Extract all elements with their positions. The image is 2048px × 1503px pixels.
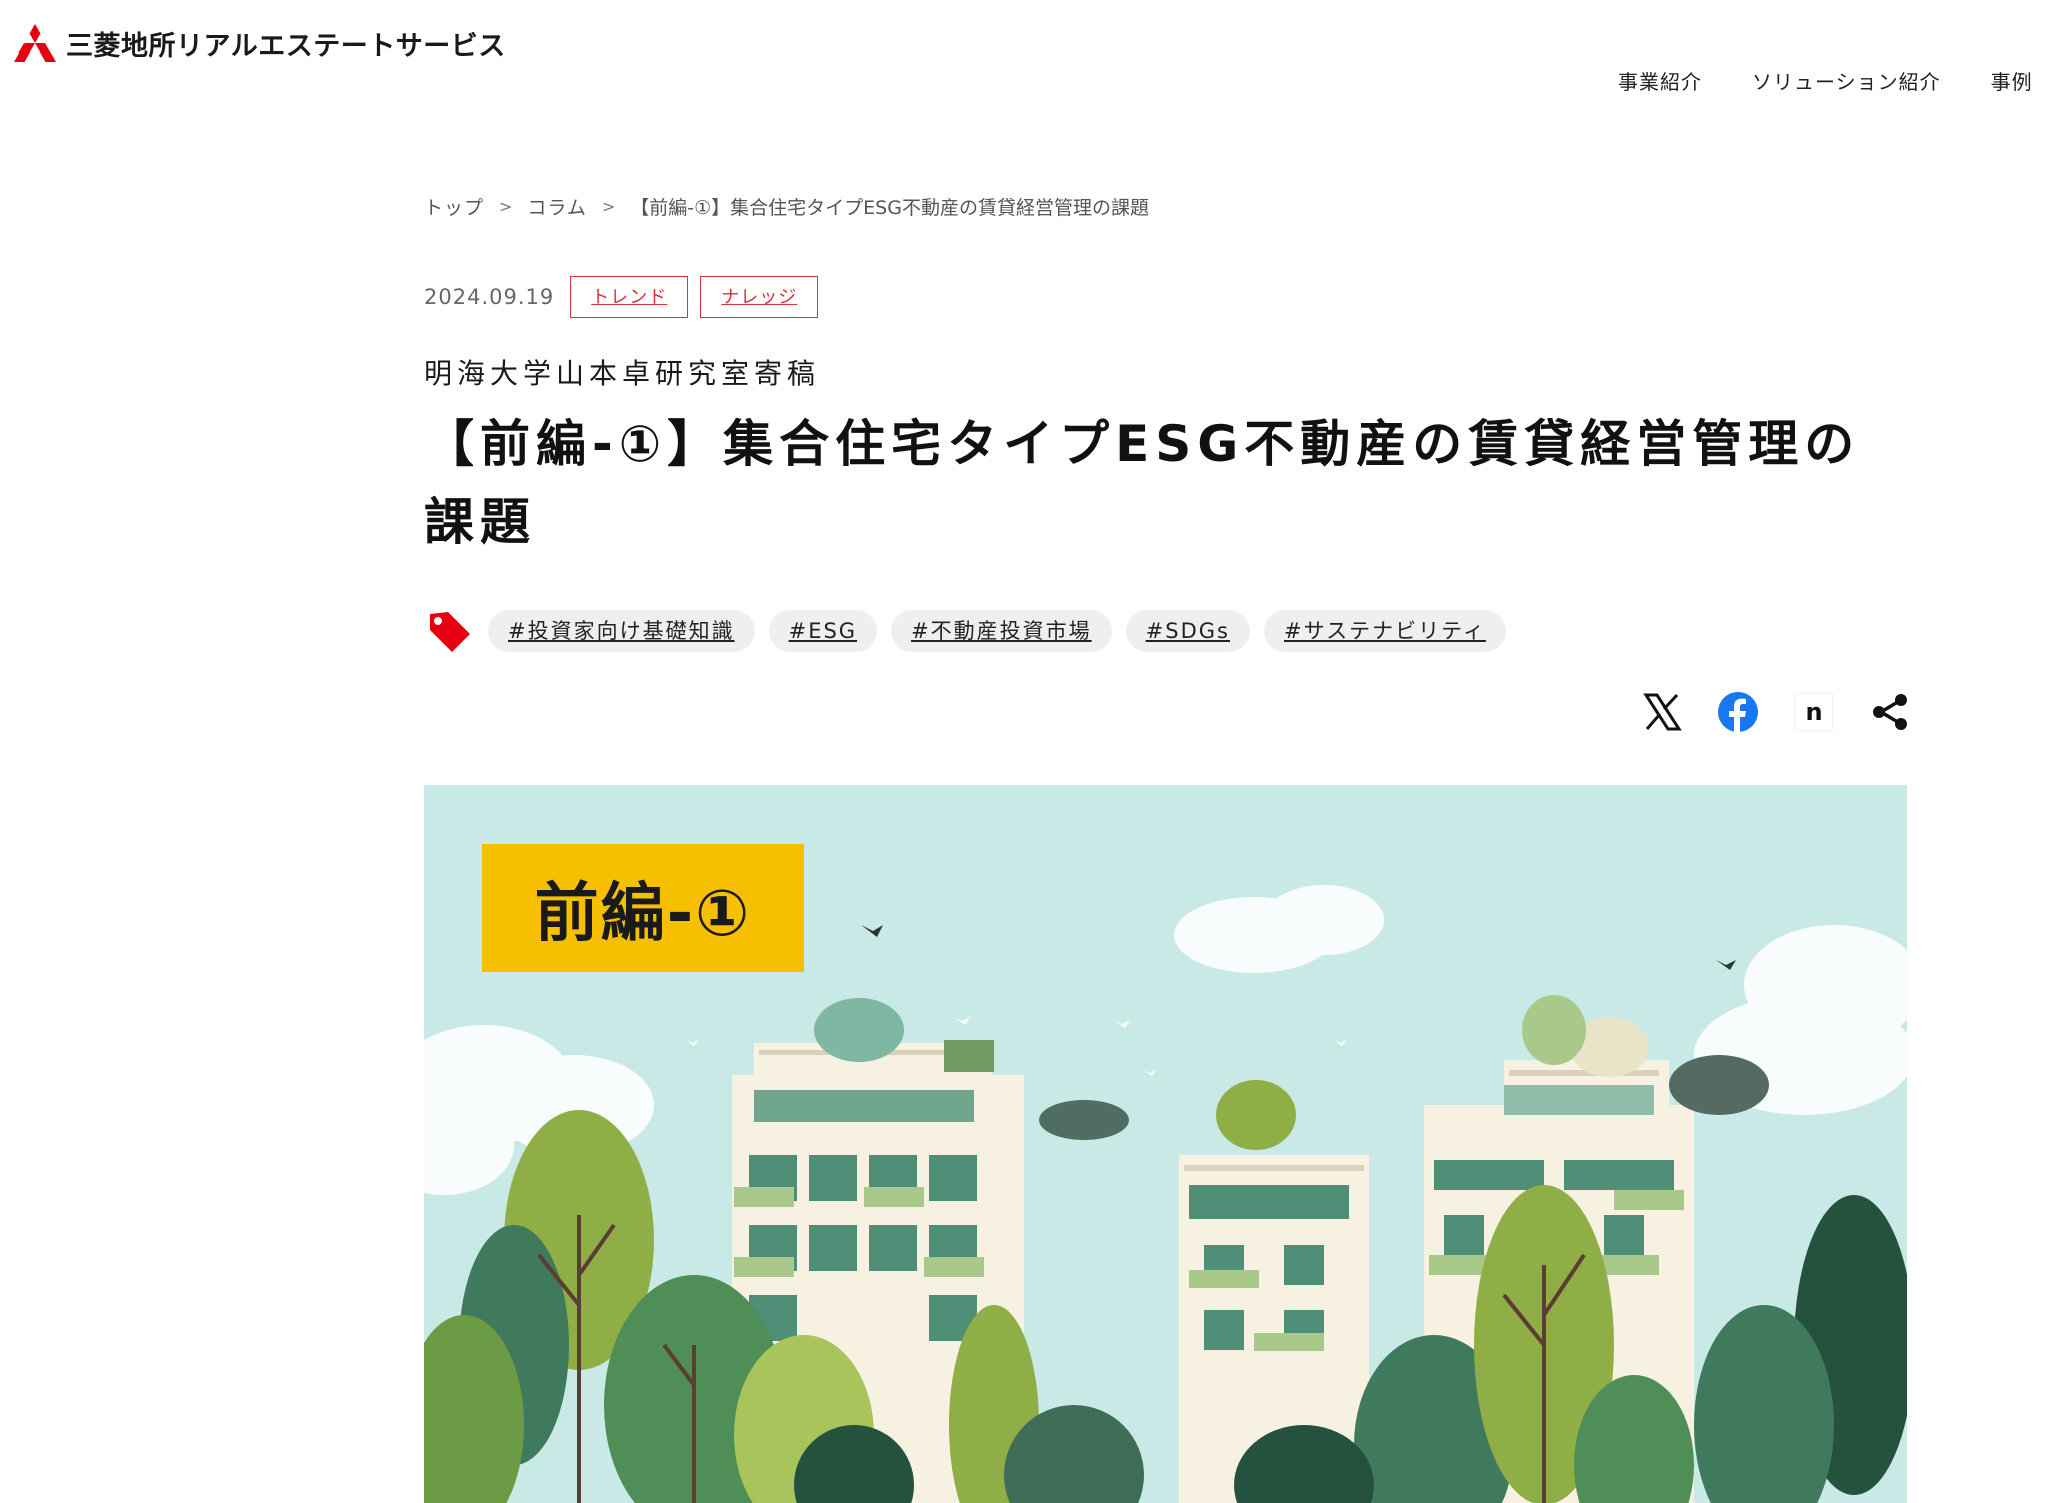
tag-investor-basics[interactable]: #投資家向け基礎知識 bbox=[488, 610, 755, 652]
note-glyph: n bbox=[1805, 698, 1822, 726]
nav-business[interactable]: 事業紹介 bbox=[1618, 66, 1702, 95]
category-knowledge[interactable]: ナレッジ bbox=[700, 276, 819, 318]
note-icon: n bbox=[1794, 692, 1834, 732]
article-subtitle: 明海大学山本卓研究室寄稿 bbox=[424, 357, 821, 390]
hero-image: 前編-① bbox=[424, 785, 1907, 1503]
tag-list: #投資家向け基礎知識 #ESG #不動産投資市場 #SDGs #サステナビリティ bbox=[424, 606, 1520, 656]
global-nav: 事業紹介 ソリューション紹介 事例 bbox=[1618, 66, 2033, 95]
category-trend[interactable]: トレンド bbox=[570, 276, 689, 318]
breadcrumb-separator: > bbox=[499, 197, 513, 216]
tag-real-estate-market[interactable]: #不動産投資市場 bbox=[891, 610, 1112, 652]
site-logo[interactable]: 三菱地所リアルエステートサービス bbox=[14, 24, 506, 62]
share-generic-button[interactable] bbox=[1868, 690, 1912, 734]
logo-text: 三菱地所リアルエステートサービス bbox=[66, 30, 506, 62]
breadcrumb: トップ > コラム > 【前編-①】集合住宅タイプESG不動産の賃貸経営管理の課… bbox=[424, 193, 1149, 220]
hero-badge: 前編-① bbox=[482, 844, 804, 972]
page-title: 【前編-①】集合住宅タイプESG不動産の賃貸経営管理の課題 bbox=[424, 415, 1861, 551]
share-facebook-button[interactable] bbox=[1716, 690, 1760, 734]
share-bar: n bbox=[1640, 690, 1912, 734]
tag-sustainability[interactable]: #サステナビリティ bbox=[1264, 610, 1506, 652]
facebook-icon bbox=[1718, 692, 1758, 732]
breadcrumb-separator: > bbox=[601, 197, 616, 216]
breadcrumb-current: 【前編-①】集合住宅タイプESG不動産の賃貸経営管理の課題 bbox=[630, 197, 1149, 219]
price-tag-icon bbox=[430, 612, 470, 652]
publish-date: 2024.09.19 bbox=[424, 285, 555, 309]
breadcrumb-column[interactable]: コラム bbox=[527, 193, 586, 220]
tag-esg[interactable]: #ESG bbox=[768, 610, 878, 652]
nav-cases[interactable]: 事例 bbox=[1991, 66, 2033, 95]
share-note-button[interactable]: n bbox=[1792, 690, 1836, 734]
share-x-button[interactable] bbox=[1640, 690, 1684, 734]
nav-solutions[interactable]: ソリューション紹介 bbox=[1752, 66, 1941, 95]
share-icon bbox=[1873, 694, 1907, 730]
mitsubishi-diamonds-icon bbox=[14, 24, 56, 62]
tag-sdgs[interactable]: #SDGs bbox=[1125, 610, 1250, 652]
x-icon bbox=[1643, 693, 1682, 731]
breadcrumb-top[interactable]: トップ bbox=[424, 193, 484, 220]
hero-badge-text: 前編-① bbox=[534, 877, 752, 951]
article-meta: 2024.09.19 トレンド ナレッジ bbox=[424, 276, 830, 318]
